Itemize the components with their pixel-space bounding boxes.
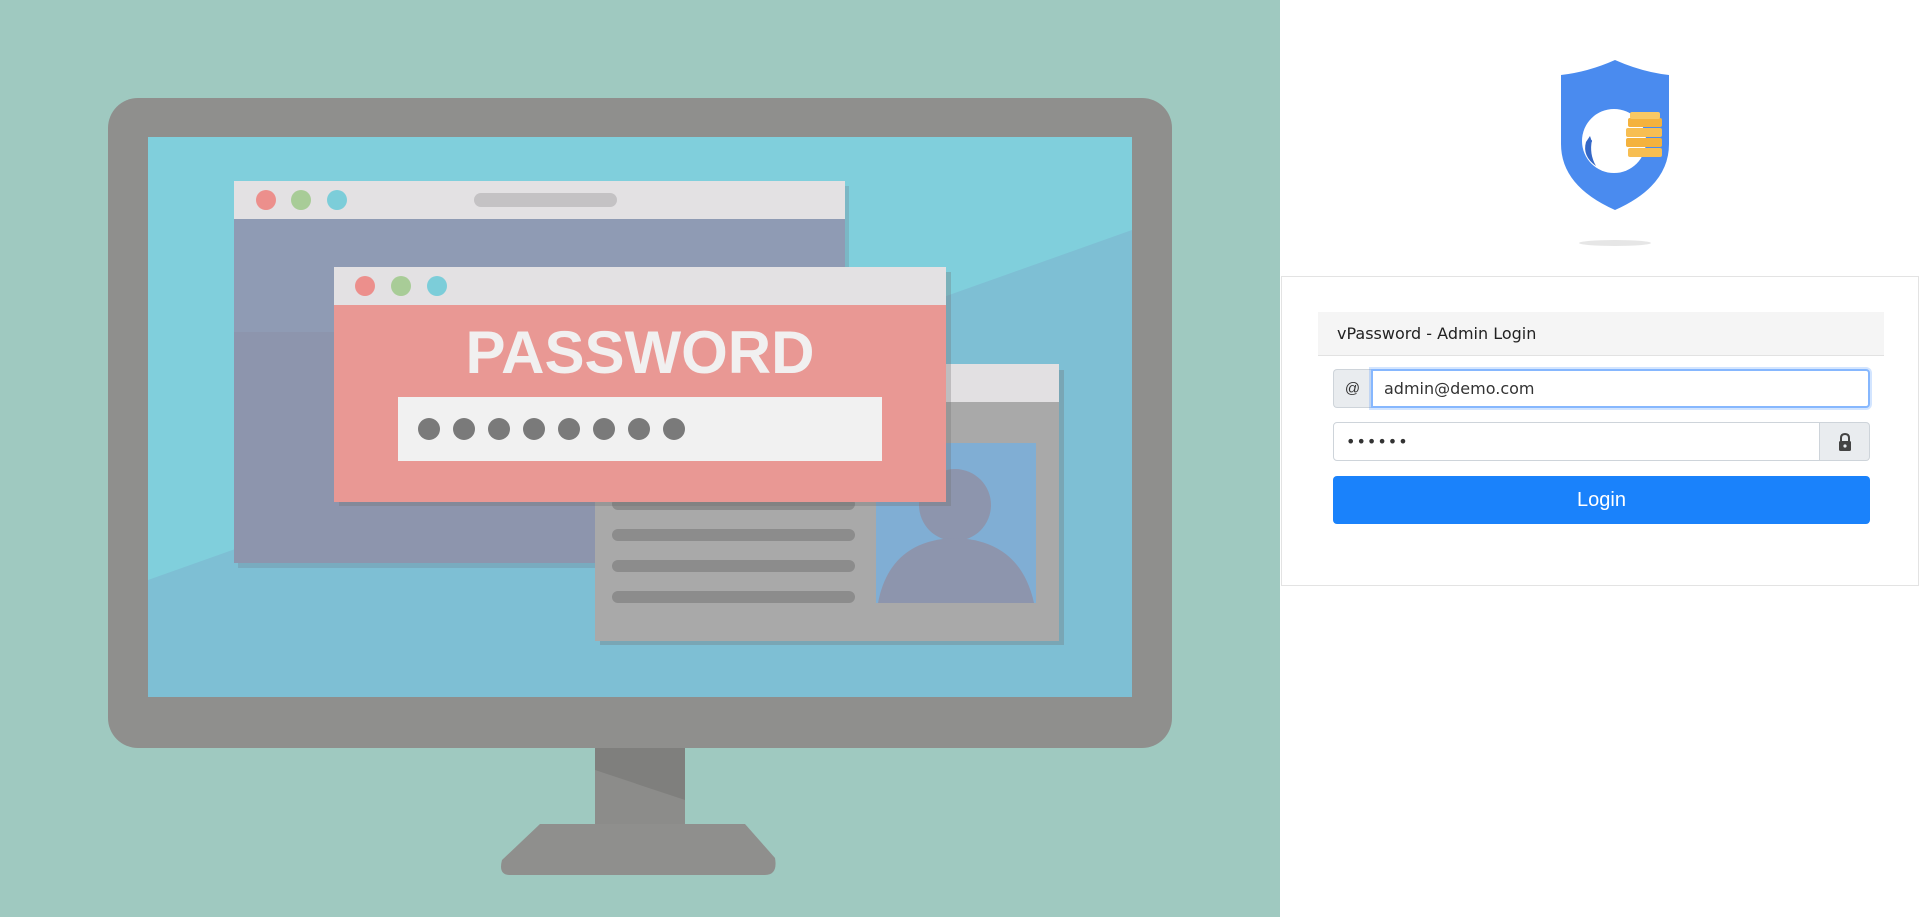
login-card-title: vPassword - Admin Login [1318,312,1884,356]
password-window: PASSWORD [334,267,951,506]
coin-stack-icon [1626,112,1662,157]
login-card: vPassword - Admin Login @ Login [1281,276,1919,586]
password-field[interactable] [1333,422,1820,461]
login-panel: vPassword - Admin Login @ Login [1280,0,1920,917]
lock-icon [1820,422,1870,461]
email-field[interactable] [1371,369,1870,408]
monitor-base [501,824,776,875]
password-input-group [1333,422,1870,461]
illustration-panel: PASSWORD [0,0,1280,917]
computer-password-illustration: PASSWORD [108,98,1172,875]
login-button[interactable]: Login [1333,476,1870,524]
shield-logo [1542,56,1692,252]
email-input-group: @ [1333,369,1870,408]
at-sign-icon: @ [1333,369,1371,408]
password-heading: PASSWORD [466,319,815,386]
